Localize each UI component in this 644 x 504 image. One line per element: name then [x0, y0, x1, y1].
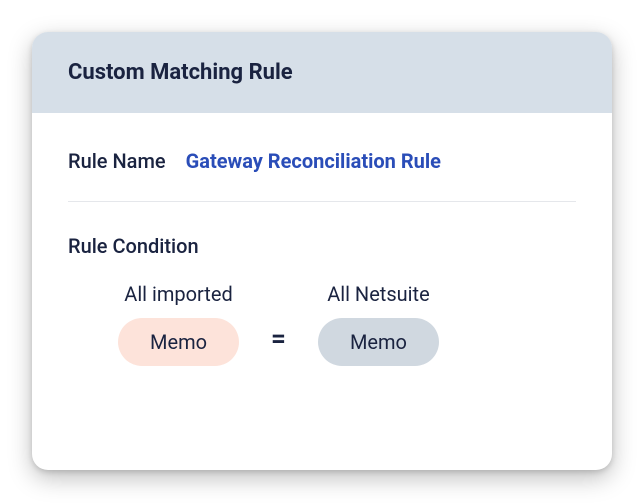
custom-matching-rule-card: Custom Matching Rule Rule Name Gateway R… [32, 32, 612, 470]
card-header: Custom Matching Rule [32, 32, 612, 113]
condition-right-col: All Netsuite Memo [318, 282, 439, 366]
rule-condition-label: Rule Condition [68, 234, 576, 258]
condition-operator: = [271, 324, 286, 366]
condition-left-col: All imported Memo [118, 282, 239, 366]
condition-row: All imported Memo = All Netsuite Memo [68, 282, 576, 366]
card-title: Custom Matching Rule [68, 60, 576, 85]
rule-name-value[interactable]: Gateway Reconciliation Rule [186, 149, 441, 173]
rule-condition-section: Rule Condition All imported Memo = All N… [68, 202, 576, 366]
rule-name-label: Rule Name [68, 149, 166, 173]
condition-right-pill[interactable]: Memo [318, 318, 439, 366]
condition-left-pill[interactable]: Memo [118, 318, 239, 366]
rule-name-row: Rule Name Gateway Reconciliation Rule [68, 149, 576, 202]
card-body: Rule Name Gateway Reconciliation Rule Ru… [32, 113, 612, 402]
condition-right-header: All Netsuite [327, 282, 430, 306]
condition-left-header: All imported [124, 282, 232, 306]
